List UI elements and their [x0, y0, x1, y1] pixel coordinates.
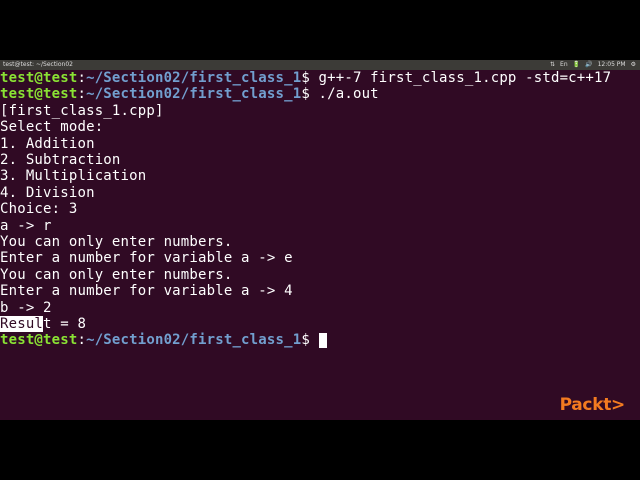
- command-text: ./a.out: [318, 86, 379, 103]
- terminal-output-line: 3. Multiplication: [0, 168, 147, 185]
- text-cursor: [318, 333, 327, 349]
- terminal-line-prompt: test@test:~/Section02/first_class_1$: [0, 332, 327, 349]
- terminal-output-line: a -> r: [0, 217, 52, 234]
- terminal-line-command-1: test@test:~/Section02/first_class_1$ g++…: [0, 70, 612, 86]
- terminal-output-line: 4. Division: [0, 184, 95, 201]
- terminal-output-line: Choice: 3: [0, 201, 78, 218]
- terminal-output-line: You can only enter numbers.: [0, 266, 233, 283]
- terminal-output-result: Result = 8: [0, 316, 87, 332]
- terminal-line-command-2: test@test:~/Section02/first_class_1$ ./a…: [0, 86, 379, 103]
- top-panel: test@test: ~/Section02 ⇅ En 🔋 🔊 12:05 PM…: [0, 60, 640, 70]
- text-selection[interactable]: Resul: [0, 316, 44, 332]
- settings-gear-icon[interactable]: ⚙: [631, 60, 636, 70]
- terminal-output-line: 1. Addition: [0, 135, 95, 152]
- volume-icon[interactable]: 🔊: [585, 60, 592, 70]
- clock[interactable]: 12:05 PM: [598, 60, 626, 70]
- terminal-output-line: Enter a number for variable a -> 4: [0, 283, 293, 300]
- command-text: g++-7 first_class_1.cpp -std=c++17: [318, 70, 612, 86]
- terminal-window[interactable]: test@test:~/Section02/first_class_1$ g++…: [0, 70, 640, 420]
- keyboard-layout-indicator[interactable]: En: [560, 60, 568, 70]
- terminal-output-line: [first_class_1.cpp]: [0, 102, 164, 119]
- network-icon[interactable]: ⇅: [550, 60, 555, 70]
- terminal-output-line: Select mode:: [0, 119, 104, 136]
- packt-logo: Packt>: [559, 395, 626, 415]
- terminal-output-line: Enter a number for variable a -> e: [0, 250, 293, 267]
- battery-icon[interactable]: 🔋: [573, 60, 580, 70]
- window-title: test@test: ~/Section02: [3, 61, 73, 68]
- terminal-output-line: You can only enter numbers.: [0, 234, 233, 250]
- system-tray: ⇅ En 🔋 🔊 12:05 PM ⚙: [550, 60, 636, 70]
- terminal-output-line: b -> 2: [0, 299, 52, 316]
- terminal-output-line: 2. Subtraction: [0, 152, 121, 168]
